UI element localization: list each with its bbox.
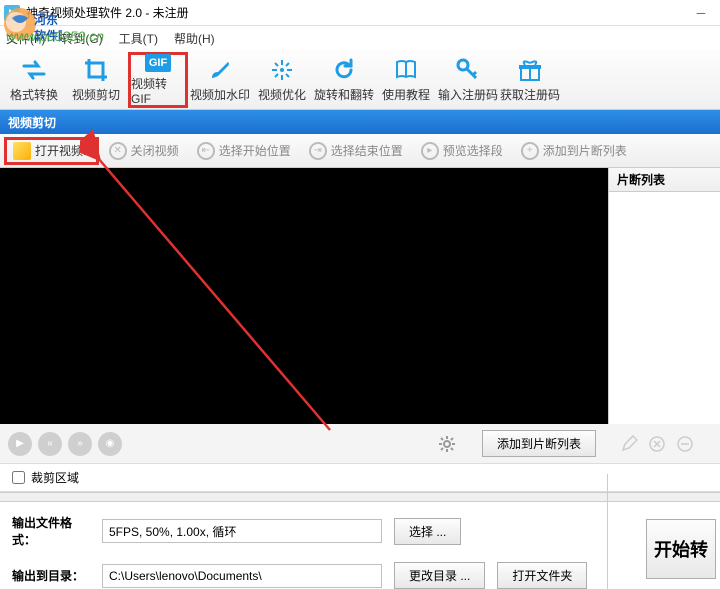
tool-tutorial[interactable]: 使用教程 [376,52,436,108]
select-end-button[interactable]: ⇥选择结束位置 [301,138,411,164]
snapshot-button[interactable]: ◉ [98,432,122,456]
gif-icon: GIF [145,54,171,72]
add-segment-button[interactable]: +添加到片断列表 [513,138,635,164]
convert-icon [21,57,47,83]
output-dir-field[interactable] [102,564,382,588]
open-folder-button[interactable]: 打开文件夹 [497,562,587,589]
rewind-button[interactable]: « [38,432,62,456]
edit-icon[interactable] [620,435,638,453]
clear-icon[interactable] [676,435,694,453]
change-dir-button[interactable]: 更改目录 ... [394,562,485,589]
sparkle-icon [269,57,295,83]
output-dir-label: 输出到目录： [12,567,90,584]
tool-enter-key[interactable]: 输入注册码 [438,52,498,108]
tool-watermark[interactable]: 视频加水印 [190,52,250,108]
output-format-field[interactable] [102,519,382,543]
crop-row: 裁剪区域 [0,464,720,492]
segment-panel-header: 片断列表 [609,168,720,192]
window-title: 神奇视频处理软件 2.0 - 未注册 [26,4,189,21]
section-header: 视频剪切 [0,110,720,134]
crop-checkbox[interactable] [12,471,25,484]
play-circle-icon: ▸ [421,142,439,160]
brush-icon [207,57,233,83]
key-icon [455,57,481,83]
plus-circle-icon: + [521,142,539,160]
close-video-button[interactable]: ✕关闭视频 [101,138,187,164]
gift-icon [517,57,543,83]
close-circle-icon: ✕ [109,142,127,160]
main-toolbar: 格式转换 视频剪切 GIF 视频转GIF 视频加水印 视频优化 旋转和翻转 使用… [0,50,720,110]
start-convert-button[interactable]: 开始转 [646,519,716,579]
tool-optimize[interactable]: 视频优化 [252,52,312,108]
settings-icon[interactable] [438,435,456,453]
crop-icon [83,57,109,83]
select-start-button[interactable]: ⇤选择开始位置 [189,138,299,164]
menu-help[interactable]: 帮助(H) [174,30,215,47]
playback-controls: ▶ « » ◉ 添加到片断列表 [0,424,720,464]
start-marker-icon: ⇤ [197,142,215,160]
tool-rotate[interactable]: 旋转和翻转 [314,52,374,108]
choose-format-button[interactable]: 选择 ... [394,518,461,545]
delete-icon[interactable] [648,435,666,453]
forward-button[interactable]: » [68,432,92,456]
menu-bar: 文件(F) 转到(G) 工具(T) 帮助(H) [0,26,720,50]
menu-file[interactable]: 文件(F) [6,30,45,47]
end-marker-icon: ⇥ [309,142,327,160]
preview-button[interactable]: ▸预览选择段 [413,138,511,164]
app-icon [4,5,20,21]
tool-video-cut[interactable]: 视频剪切 [66,52,126,108]
add-to-list-button[interactable]: 添加到片断列表 [482,430,596,457]
action-bar: 打开视频.. ✕关闭视频 ⇤选择开始位置 ⇥选择结束位置 ▸预览选择段 +添加到… [0,134,720,168]
menu-tool[interactable]: 工具(T) [119,30,158,47]
output-section: 输出文件格式： 选择 ... 输出到目录： 更改目录 ... 打开文件夹 [0,502,720,589]
tool-format-convert[interactable]: 格式转换 [4,52,64,108]
tool-video-to-gif[interactable]: GIF 视频转GIF [128,52,188,108]
crop-label: 裁剪区域 [31,469,79,486]
tool-get-key[interactable]: 获取注册码 [500,52,560,108]
output-format-label: 输出文件格式： [12,514,90,548]
book-icon [393,57,419,83]
segment-list [609,192,720,424]
video-preview [0,168,608,424]
play-button[interactable]: ▶ [8,432,32,456]
minimize-button[interactable]: ─ [686,3,716,23]
folder-icon [13,142,31,160]
segment-panel: 片断列表 [608,168,720,424]
rotate-icon [331,57,357,83]
title-bar: 神奇视频处理软件 2.0 - 未注册 ─ [0,0,720,26]
open-video-button[interactable]: 打开视频.. [4,137,99,165]
menu-goto[interactable]: 转到(G) [61,30,102,47]
